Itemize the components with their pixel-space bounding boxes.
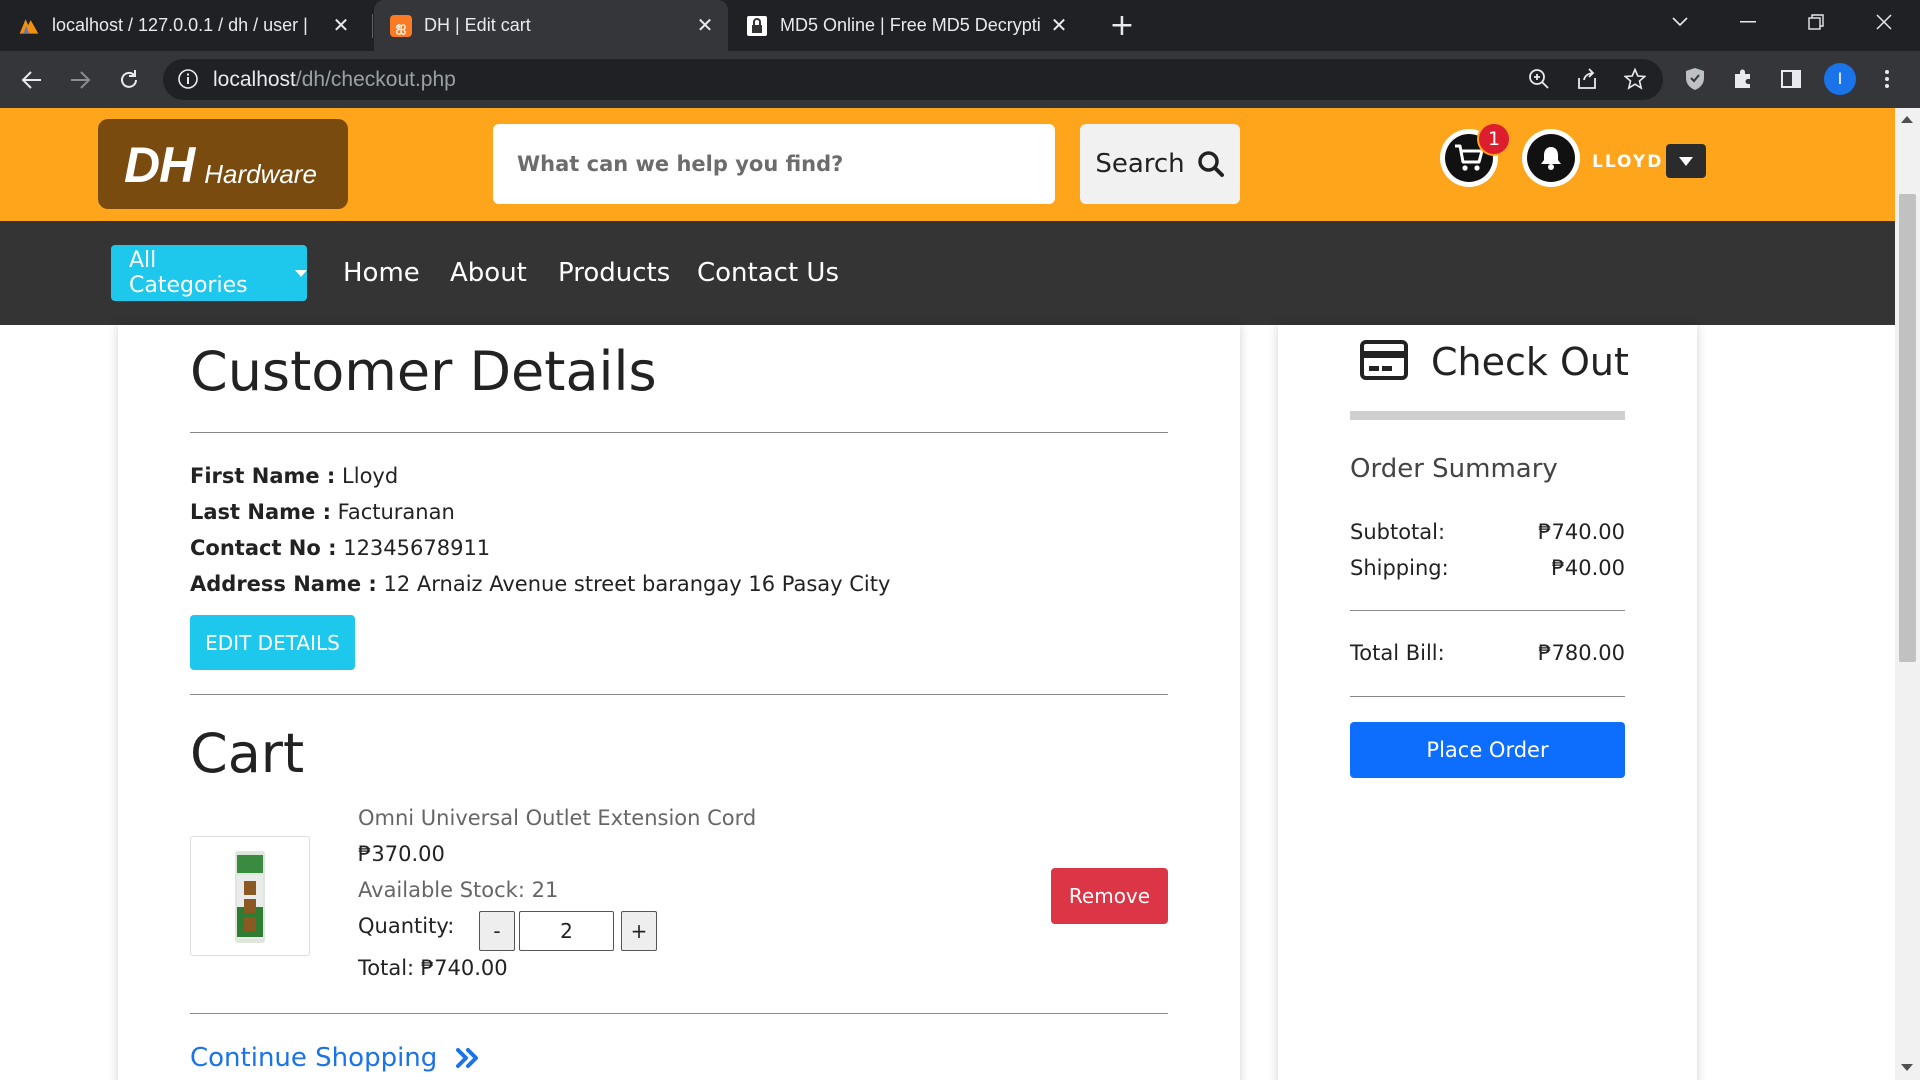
phpmyadmin-favicon-icon [18, 15, 40, 37]
forward-icon[interactable] [63, 63, 97, 97]
quantity-increase-button[interactable]: + [621, 911, 657, 951]
product-price: ₱370.00 [358, 842, 445, 866]
quantity-decrease-button[interactable]: - [479, 911, 515, 951]
product-thumbnail[interactable] [190, 836, 310, 956]
remove-button[interactable]: Remove [1051, 868, 1168, 924]
divider [190, 1013, 1168, 1014]
scroll-down-icon[interactable] [1901, 1064, 1913, 1071]
browser-tab-edit-cart[interactable]: ஐ DH | Edit cart ✕ [374, 0, 728, 51]
shipping-value: ₱40.00 [1551, 556, 1625, 580]
tab-divider [372, 14, 373, 38]
product-total: Total: ₱740.00 [358, 956, 508, 980]
credit-card-icon [1360, 340, 1408, 380]
order-summary-title: Order Summary [1350, 454, 1558, 484]
share-icon[interactable] [1571, 63, 1603, 95]
quantity-label: Quantity: [358, 914, 455, 938]
close-tab-icon[interactable]: ✕ [692, 12, 718, 38]
subtotal-value: ₱740.00 [1538, 520, 1625, 544]
bookmark-star-icon[interactable] [1619, 63, 1651, 95]
shield-extension-icon[interactable] [1679, 63, 1711, 95]
restore-icon[interactable] [1786, 0, 1846, 44]
reload-icon[interactable] [112, 63, 146, 97]
place-order-button[interactable]: Place Order [1350, 722, 1625, 778]
browser-tab-phpmyadmin[interactable]: localhost / 127.0.0.1 / dh / user | ✕ [18, 0, 368, 51]
back-icon[interactable] [15, 63, 49, 97]
zoom-icon[interactable] [1523, 63, 1555, 95]
product-stock: Available Stock: 21 [358, 878, 559, 902]
scrollbar-thumb[interactable] [1899, 194, 1916, 662]
customer-details-heading: Customer Details [190, 340, 657, 403]
cart-heading: Cart [190, 722, 305, 785]
product-name[interactable]: Omni Universal Outlet Extension Cord [358, 806, 756, 830]
address-bar[interactable]: localhost/dh/checkout.php [163, 59, 1663, 100]
browser-toolbar: localhost/dh/checkout.php [0, 51, 1920, 108]
total-bill-label: Total Bill: [1350, 641, 1445, 665]
close-tab-icon[interactable]: ✕ [328, 12, 354, 38]
divider [1350, 696, 1625, 697]
first-name-row: First Name : Lloyd [190, 464, 399, 488]
checkout-divider-bar [1350, 411, 1625, 420]
subtotal-label: Subtotal: [1350, 520, 1446, 544]
continue-shopping-label: Continue Shopping [190, 1043, 438, 1073]
continue-shopping-link[interactable]: Continue Shopping [190, 1043, 481, 1073]
tab-search-chevron-icon[interactable] [1650, 0, 1710, 44]
profile-avatar[interactable]: I [1824, 63, 1856, 95]
minimize-icon[interactable] [1718, 0, 1778, 44]
extension-cord-image-icon [235, 851, 265, 943]
close-window-icon[interactable] [1854, 0, 1914, 44]
side-panel-icon[interactable] [1775, 63, 1807, 95]
scroll-up-icon[interactable] [1901, 116, 1913, 123]
double-chevron-right-icon [456, 1048, 479, 1068]
page-scrollbar[interactable] [1895, 108, 1920, 1080]
tab-title: DH | Edit cart [424, 15, 531, 35]
quantity-input[interactable]: 2 [519, 911, 614, 951]
close-tab-icon[interactable]: ✕ [1046, 12, 1072, 38]
browser-tab-md5[interactable]: MD5 Online | Free MD5 Decrypti ✕ [746, 0, 1086, 51]
xampp-favicon-icon: ஐ [390, 14, 412, 37]
contact-no-row: Contact No : 12345678911 [190, 536, 491, 560]
address-row: Address Name : 12 Arnaiz Avenue street b… [190, 572, 891, 596]
browser-tab-strip: localhost / 127.0.0.1 / dh / user | ✕ ஐ … [0, 0, 1920, 51]
site-info-icon[interactable] [177, 68, 199, 90]
lock-favicon-icon [746, 15, 768, 37]
page-content: Customer Details First Name : Lloyd Last… [0, 108, 1895, 1080]
total-bill-value: ₱780.00 [1538, 641, 1625, 665]
browser-menu-icon[interactable] [1871, 63, 1903, 95]
extensions-puzzle-icon[interactable] [1727, 63, 1759, 95]
edit-details-button[interactable]: EDIT DETAILS [190, 615, 355, 670]
tab-title: MD5 Online | Free MD5 Decrypti [780, 15, 1040, 35]
divider [190, 694, 1168, 695]
last-name-row: Last Name : Facturanan [190, 500, 455, 524]
divider [1350, 610, 1625, 611]
svg-text:ஐ: ஐ [396, 20, 407, 35]
url-text: localhost/dh/checkout.php [213, 68, 456, 91]
checkout-title: Check Out [1431, 340, 1629, 384]
new-tab-icon[interactable]: + [1105, 8, 1139, 43]
divider [190, 432, 1168, 433]
shipping-label: Shipping: [1350, 556, 1449, 580]
tab-title: localhost / 127.0.0.1 / dh / user | [52, 15, 308, 35]
